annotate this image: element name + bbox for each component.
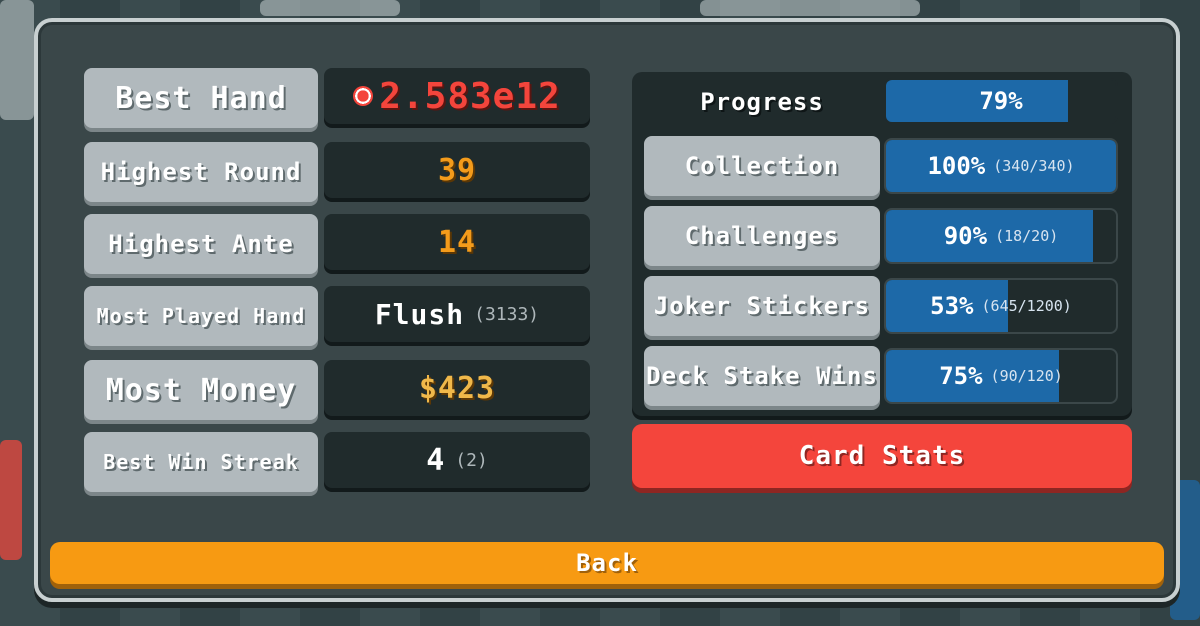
progress-title: Progress <box>700 88 824 116</box>
best-hand-value: 2.583e12 <box>379 75 561 117</box>
progress-item-label: Joker Stickers <box>644 276 880 336</box>
highest-ante-label: Highest Ante <box>84 214 318 274</box>
progress-bar: 79% <box>884 78 1118 124</box>
progress-item-bar: 100% (340/340) <box>884 138 1118 194</box>
progress-item-label: Challenges <box>644 206 880 266</box>
progress-item-percent: 75% <box>939 362 983 390</box>
progress-item-detail: (340/340) <box>993 157 1075 175</box>
progress-item-label: Deck Stake Wins <box>644 346 880 406</box>
background-card <box>0 0 34 120</box>
progress-percent: 79% <box>979 87 1023 115</box>
progress-item-detail: (90/120) <box>990 367 1063 385</box>
best-win-streak-value: 4 <box>426 442 446 478</box>
most-played-hand-value: Flush <box>374 297 465 331</box>
highest-round-value-box: 39 <box>324 142 590 198</box>
most-money-label: Most Money <box>84 360 318 420</box>
progress-item-bar: 90% (18/20) <box>884 208 1118 264</box>
best-hand-value-box: 2.583e12 <box>324 68 590 124</box>
chip-icon <box>353 86 374 106</box>
progress-item-bar-text: 90% (18/20) <box>886 210 1116 262</box>
background-card <box>700 0 920 16</box>
progress-item-label: Collection <box>644 136 880 196</box>
progress-item-percent: 100% <box>927 152 986 180</box>
progress-bar-text: 79% <box>886 80 1116 122</box>
most-played-hand-label: Most Played Hand <box>84 286 318 346</box>
progress-item-percent: 53% <box>930 292 974 320</box>
best-hand-label: Best Hand <box>84 68 318 128</box>
back-button[interactable]: Back <box>50 542 1164 584</box>
most-money-value: $423 <box>418 370 496 406</box>
highest-round-label: Highest Round <box>84 142 318 202</box>
most-money-value-box: $423 <box>324 360 590 416</box>
progress-item-bar: 75% (90/120) <box>884 348 1118 404</box>
most-played-hand-value-box: Flush (3133) <box>324 286 590 342</box>
best-win-streak-value-box: 4 (2) <box>324 432 590 488</box>
best-win-streak-current: (2) <box>455 449 488 471</box>
highest-ante-value-box: 14 <box>324 214 590 270</box>
progress-item-percent: 90% <box>943 222 988 250</box>
highest-ante-value: 14 <box>437 224 477 260</box>
progress-item-bar: 53% (645/1200) <box>884 278 1118 334</box>
background-card <box>260 0 400 16</box>
highest-round-value: 39 <box>437 152 477 188</box>
background-card <box>0 440 22 560</box>
progress-item-detail: (18/20) <box>995 227 1059 245</box>
card-stats-button[interactable]: Card Stats <box>632 424 1132 488</box>
progress-item-detail: (645/1200) <box>981 297 1072 315</box>
progress-item-bar-text: 100% (340/340) <box>886 140 1116 192</box>
progress-item-bar-text: 53% (645/1200) <box>886 280 1116 332</box>
progress-item-bar-text: 75% (90/120) <box>886 350 1116 402</box>
best-win-streak-label: Best Win Streak <box>84 432 318 492</box>
most-played-hand-count: (3133) <box>474 303 540 325</box>
